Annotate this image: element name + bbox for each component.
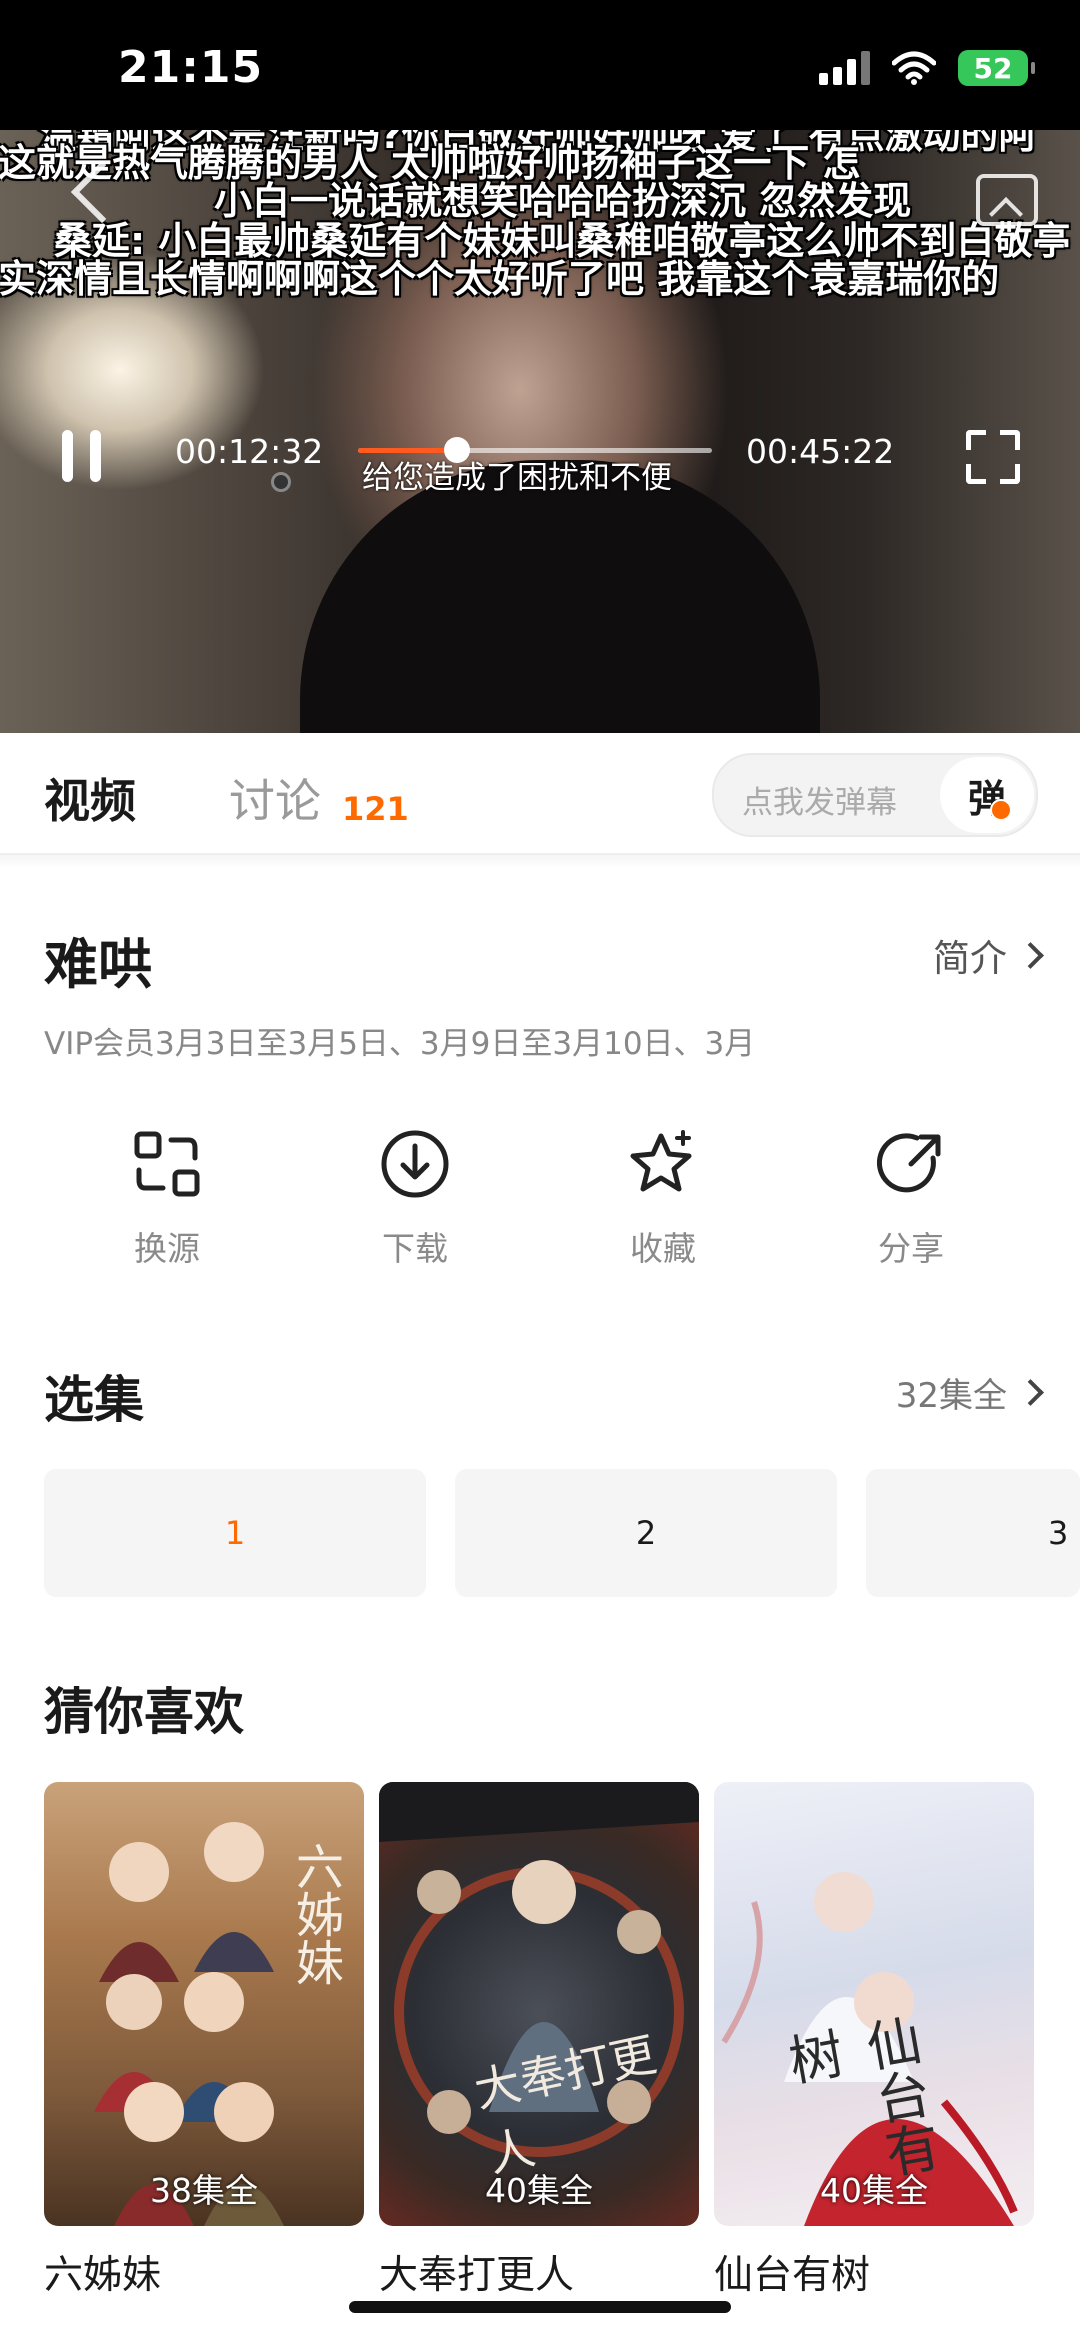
episode-count-badge: 40集全 [485, 2171, 593, 2210]
recommend-name: 六姊妹 [44, 2253, 162, 2298]
show-title: 难哄 [44, 933, 152, 996]
recommend-name: 大奉打更人 [379, 2253, 575, 2298]
chevron-right-icon [1017, 1379, 1044, 1406]
episode-item[interactable]: 3 [866, 1469, 1080, 1597]
current-time: 00:12:32 [175, 432, 324, 471]
divider [0, 855, 1080, 869]
recommend-poster: 仙台有树 40集全 [714, 1782, 1034, 2226]
action-label: 下载 [382, 1229, 448, 1268]
battery-level: 52 [973, 51, 1013, 85]
player-controls: 温霜阿这不是汪新吗?你白敬好帅好帅呀 爱了 有点激动的阿 这就是热气腾腾的男人 … [0, 130, 1080, 733]
poster-title-art: 六姊妹 [287, 1842, 343, 1986]
danmaku-toggle-button[interactable]: 弹 [940, 757, 1034, 833]
danmaku-on-indicator-icon [990, 799, 1012, 821]
episodes-all-link[interactable]: 32集全 [895, 1368, 1044, 1417]
episodes-total: 32集全 [895, 1376, 1007, 1416]
cellular-signal-icon [819, 51, 870, 85]
recommend-name: 仙台有树 [714, 2253, 871, 2298]
favorite-button[interactable]: 收藏 [578, 1128, 748, 1270]
tab-video[interactable]: 视频 [44, 765, 136, 831]
switch-source-button[interactable]: 换源 [82, 1128, 252, 1270]
action-label: 换源 [134, 1229, 200, 1268]
episodes-title: 选集 [44, 1371, 144, 1429]
star-icon [630, 1130, 692, 1192]
battery-icon: 52 [958, 50, 1035, 86]
status-icons: 52 [819, 50, 1035, 86]
status-bar: 21:15 52 [0, 0, 1080, 130]
recommend-title: 猜你喜欢 [44, 1683, 244, 1741]
action-label: 分享 [878, 1229, 944, 1268]
intro-link[interactable]: 简介 [933, 928, 1044, 982]
pause-button[interactable] [62, 430, 102, 482]
download-button[interactable]: 下载 [330, 1128, 500, 1270]
switch-source-icon [134, 1131, 200, 1197]
home-indicator[interactable] [349, 2301, 731, 2313]
recommend-poster: 大奉打更人 40集全 [379, 1782, 699, 2226]
share-icon [876, 1133, 941, 1193]
share-button[interactable]: 分享 [826, 1128, 996, 1270]
video-subtitle: 给您造成了困扰和不便 [362, 460, 672, 496]
episode-count-badge: 38集全 [150, 2171, 258, 2210]
recommend-poster: 六姊妹 38集全 [44, 1782, 364, 2226]
status-time: 21:15 [118, 42, 264, 93]
wifi-icon [892, 51, 936, 85]
intro-label: 简介 [933, 937, 1007, 980]
total-time: 00:45:22 [746, 432, 895, 471]
indicator-dot [271, 472, 291, 492]
action-label: 收藏 [630, 1229, 696, 1268]
danmaku-placeholder: 点我发弹幕 [742, 785, 897, 821]
recommend-card[interactable]: 仙台有树 40集全 仙台有树 [714, 1782, 1034, 2300]
episode-item[interactable]: 1 [44, 1469, 426, 1597]
episode-item[interactable]: 2 [455, 1469, 837, 1597]
tab-discussion[interactable]: 讨论 [229, 765, 321, 831]
recommend-card[interactable]: 大奉打更人 40集全 大奉打更人 [379, 1782, 699, 2300]
content-tabs: 视频 讨论 121 点我发弹幕 弹 [0, 733, 1080, 855]
cast-icon[interactable] [976, 174, 1038, 226]
update-schedule: VIP会员3月3日至3月5日、3月9日至3月10日、3月 [44, 1026, 756, 1062]
fullscreen-icon[interactable] [966, 430, 1020, 484]
episode-count-badge: 40集全 [820, 2171, 928, 2210]
danmaku-input[interactable]: 点我发弹幕 弹 [712, 753, 1038, 837]
danmaku-row-5: 实深情且长情啊啊啊这个个太好听了吧 我靠这个袁嘉瑞你的 [0, 257, 1000, 301]
chevron-right-icon [1017, 941, 1044, 969]
discussion-count-badge: 121 [342, 790, 409, 828]
download-icon [381, 1130, 449, 1198]
recommend-card[interactable]: 六姊妹 38集全 六姊妹 [44, 1782, 364, 2300]
